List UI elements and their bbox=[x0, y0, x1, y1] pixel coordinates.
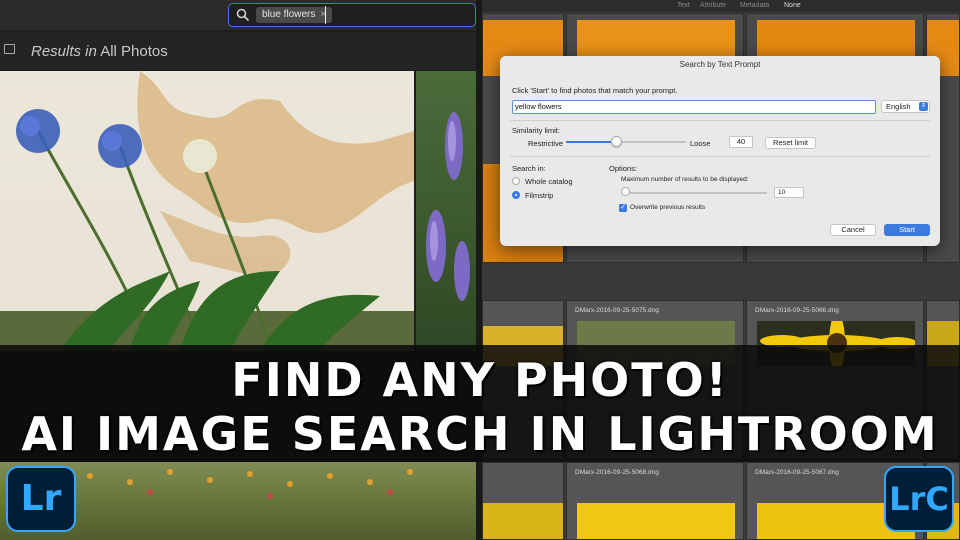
dialog-instructions: Click 'Start' to find photos that match … bbox=[512, 86, 678, 95]
start-button[interactable]: Start bbox=[884, 224, 930, 236]
language-value: English bbox=[886, 102, 911, 111]
filename-label: DMarx-2016-09-25-5066.dng bbox=[755, 307, 839, 314]
radio-filmstrip[interactable] bbox=[512, 191, 520, 199]
lightroom-logo: Lr bbox=[6, 466, 76, 532]
results-scope: All Photos bbox=[100, 43, 168, 60]
headline-line-2: AI IMAGE SEARCH IN LIGHTROOM bbox=[21, 407, 939, 461]
restrictive-label: Restrictive bbox=[528, 139, 564, 148]
headline-line-1: FIND ANY PHOTO! bbox=[231, 353, 729, 407]
loose-label: Loose bbox=[690, 139, 711, 148]
similarity-slider-thumb[interactable] bbox=[611, 136, 623, 147]
overwrite-checkbox[interactable]: ✓ bbox=[619, 204, 627, 212]
search-by-text-prompt-dialog: Search by Text Prompt Click 'Start' to f… bbox=[500, 56, 940, 246]
options-label: Options: bbox=[609, 164, 637, 173]
search-term-chip[interactable]: blue flowers × bbox=[256, 7, 333, 23]
lightroom-classic-logo: LrC bbox=[884, 466, 954, 532]
filename-label: DMarx-2016-09-25-5075.dng bbox=[575, 307, 659, 314]
title-banner: FIND ANY PHOTO! AI IMAGE SEARCH IN LIGHT… bbox=[0, 345, 960, 462]
reset-limit-button[interactable]: Reset limit bbox=[765, 137, 816, 149]
results-heading: Results in All Photos bbox=[31, 43, 168, 60]
similarity-slider-fill bbox=[566, 141, 617, 143]
divider bbox=[510, 120, 930, 121]
thumbnail-composite: blue flowers × Results in All Photos Tex… bbox=[0, 0, 960, 540]
cancel-button[interactable]: Cancel bbox=[830, 224, 876, 236]
lupine-image bbox=[426, 112, 470, 301]
results-prefix: Results in bbox=[31, 43, 97, 60]
library-filter-bar: Text Attribute Metadata None bbox=[482, 0, 960, 12]
photo-lupines[interactable] bbox=[416, 71, 476, 351]
results-header: Results in All Photos bbox=[0, 32, 476, 70]
top-toolbar: blue flowers × bbox=[0, 0, 476, 30]
filter-none[interactable]: None bbox=[784, 2, 801, 9]
max-results-field[interactable]: 10 bbox=[774, 187, 804, 198]
language-select[interactable]: English ⇕ bbox=[881, 100, 930, 113]
agapanthus-image bbox=[0, 71, 414, 351]
updown-arrows-icon: ⇕ bbox=[919, 102, 928, 111]
filename-label: DMarx-2016-09-25-5068.dng bbox=[575, 469, 659, 476]
filename-label: DMarx-2016-09-25-5067.dng bbox=[755, 469, 839, 476]
limit-value-field[interactable]: 40 bbox=[729, 136, 753, 148]
whole-catalog-label: Whole catalog bbox=[525, 177, 573, 186]
radio-whole-catalog[interactable] bbox=[512, 177, 520, 185]
thumbnail-yellow-flowers bbox=[483, 503, 563, 539]
grid-cell[interactable] bbox=[482, 462, 564, 540]
text-caret bbox=[325, 6, 326, 24]
search-in-label: Search in: bbox=[512, 164, 546, 173]
filter-metadata[interactable]: Metadata bbox=[740, 2, 769, 9]
search-term-label: blue flowers bbox=[262, 9, 316, 20]
max-results-slider[interactable] bbox=[621, 192, 767, 194]
filter-attribute[interactable]: Attribute bbox=[700, 2, 726, 9]
max-results-label: Maximum number of results to be displaye… bbox=[621, 176, 749, 183]
search-icon bbox=[236, 8, 250, 22]
filter-text[interactable]: Text bbox=[677, 2, 690, 9]
similarity-limit-label: Similarity limit: bbox=[512, 126, 560, 135]
overwrite-label: Overwrite previous results bbox=[630, 204, 706, 211]
photo-agapanthus[interactable] bbox=[0, 71, 414, 351]
max-results-slider-thumb[interactable] bbox=[621, 187, 630, 196]
filmstrip-label: Filmstrip bbox=[525, 191, 554, 200]
divider bbox=[510, 156, 930, 157]
grid-cell[interactable]: DMarx-2016-09-25-5068.dng bbox=[566, 462, 744, 540]
prompt-input[interactable]: yellow flowers bbox=[512, 100, 876, 114]
dialog-title: Search by Text Prompt bbox=[679, 60, 761, 69]
similarity-slider[interactable] bbox=[566, 141, 686, 143]
thumbnail-yellow-flowers bbox=[577, 503, 735, 539]
grid-view-icon[interactable] bbox=[4, 44, 15, 54]
search-input[interactable]: blue flowers × bbox=[228, 3, 476, 27]
